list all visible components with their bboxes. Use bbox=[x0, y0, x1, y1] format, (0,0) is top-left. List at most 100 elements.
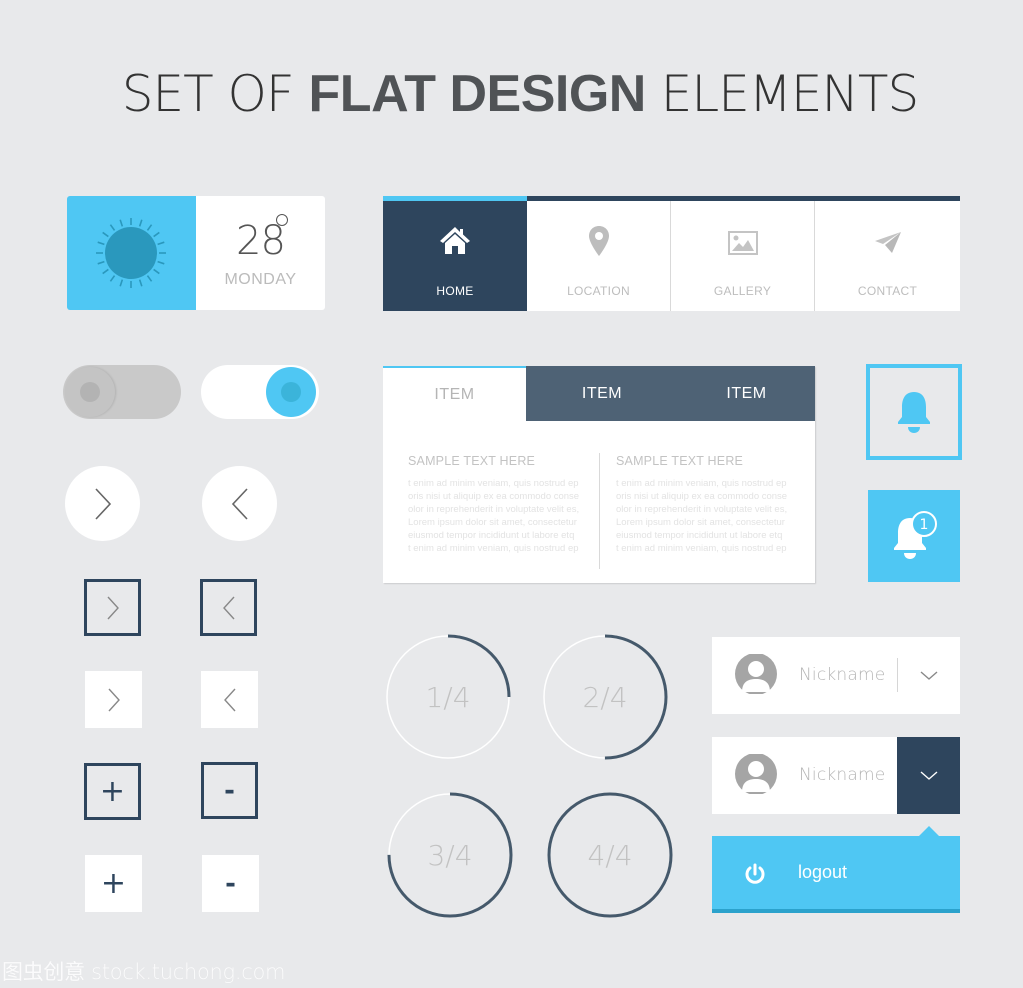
logout-label: logout bbox=[798, 862, 848, 882]
nav-label-location: LOCATION bbox=[567, 284, 630, 298]
page-title: SET OF FLAT DESIGN ELEMENTS bbox=[0, 62, 1023, 124]
sun-ray bbox=[146, 224, 153, 231]
sun-ray bbox=[97, 260, 105, 265]
chevron-left-icon bbox=[231, 487, 248, 520]
weather-temperature: 28 bbox=[236, 218, 286, 264]
progress-label: 4/4 bbox=[587, 838, 633, 872]
chevron-right-icon bbox=[94, 487, 111, 520]
nav-item-home[interactable]: HOME bbox=[383, 196, 527, 311]
round-next-button[interactable] bbox=[65, 466, 140, 541]
menu-caret bbox=[919, 826, 939, 836]
dropdown-toggle[interactable] bbox=[897, 737, 960, 814]
sun-ray bbox=[119, 219, 124, 227]
column-title: SAMPLE TEXT HERE bbox=[408, 454, 536, 468]
sun-ray bbox=[157, 260, 165, 265]
round-prev-button[interactable] bbox=[202, 466, 277, 541]
square-filled-plus-button[interactable]: + bbox=[85, 855, 142, 912]
nav-label-contact: CONTACT bbox=[857, 284, 918, 298]
square-filled-next-button[interactable] bbox=[85, 671, 142, 728]
progress-label: 1/4 bbox=[425, 680, 471, 714]
weather-icon-tile bbox=[67, 196, 196, 310]
title-light-prefix: SET OF bbox=[121, 65, 309, 123]
nav-label-home: HOME bbox=[436, 284, 474, 298]
title-bold: FLAT DESIGN bbox=[308, 65, 647, 123]
avatar-icon bbox=[734, 653, 778, 699]
chevron-down-icon bbox=[920, 670, 937, 680]
square-filled-minus-button[interactable]: - bbox=[202, 855, 259, 912]
nav-label-gallery: GALLERY bbox=[713, 284, 772, 298]
notification-outline-button[interactable] bbox=[866, 364, 962, 460]
avatar-icon bbox=[734, 753, 778, 799]
column-title: SAMPLE TEXT HERE bbox=[616, 454, 744, 468]
user-nickname: Nickname bbox=[799, 765, 886, 785]
power-icon bbox=[744, 863, 766, 890]
sun-ray bbox=[102, 268, 109, 275]
minus-icon: - bbox=[224, 775, 235, 806]
tab-item-1[interactable]: ITEM bbox=[383, 366, 526, 421]
progress-ring-2: 2/4 bbox=[540, 632, 670, 762]
tabs-panel: ITEM ITEM ITEM SAMPLE TEXT HERE t enim a… bbox=[383, 366, 815, 583]
user-nickname: Nickname bbox=[799, 665, 886, 685]
dropdown-toggle[interactable] bbox=[897, 637, 960, 714]
progress-label: 3/4 bbox=[427, 838, 473, 872]
sun-ray bbox=[138, 279, 143, 287]
image-icon bbox=[727, 231, 758, 260]
progress-ring-4: 4/4 bbox=[545, 790, 675, 920]
progress-ring-1: 1/4 bbox=[383, 632, 513, 762]
progress-label: 2/4 bbox=[582, 680, 628, 714]
toggle-knob bbox=[266, 367, 316, 417]
column-body: t enim ad minim veniam, quis nostrud ep … bbox=[408, 478, 580, 554]
weather-day: MONDAY bbox=[224, 271, 297, 288]
bell-icon: 1 bbox=[894, 511, 937, 559]
nav-item-location[interactable]: LOCATION bbox=[527, 201, 671, 311]
bell-icon bbox=[898, 392, 930, 433]
square-outline-plus-button[interactable]: + bbox=[84, 763, 141, 820]
home-icon bbox=[438, 225, 472, 260]
sun-ray bbox=[102, 231, 109, 238]
chevron-right-icon bbox=[107, 688, 120, 711]
tab-bar: ITEM ITEM ITEM bbox=[383, 366, 815, 421]
toggle-switch-on[interactable] bbox=[201, 365, 319, 419]
sun-icon bbox=[96, 218, 166, 288]
nav-item-gallery[interactable]: GALLERY bbox=[671, 201, 815, 311]
tab-item-3[interactable]: ITEM bbox=[678, 366, 815, 421]
column-body: t enim ad minim veniam, quis nostrud ep … bbox=[616, 478, 788, 554]
square-outline-prev-button[interactable] bbox=[200, 579, 257, 636]
sun-ray bbox=[153, 268, 160, 275]
degree-symbol bbox=[276, 214, 288, 226]
sun-ray bbox=[109, 275, 116, 282]
sun-ray bbox=[97, 241, 105, 246]
logout-menu-item[interactable]: logout bbox=[712, 836, 960, 913]
tab-item-2[interactable]: ITEM bbox=[526, 366, 678, 421]
sun-ray bbox=[119, 279, 124, 287]
user-dropdown-dark[interactable]: Nickname bbox=[712, 737, 960, 814]
sun-ray bbox=[146, 275, 153, 282]
progress-ring-3: 3/4 bbox=[385, 790, 515, 920]
toggle-switch-off[interactable] bbox=[63, 365, 181, 419]
plus-icon: + bbox=[99, 773, 126, 809]
sun-ray bbox=[138, 219, 143, 227]
sun-ray bbox=[109, 224, 116, 231]
tab-content-column-1: SAMPLE TEXT HERE t enim ad minim veniam,… bbox=[408, 454, 588, 555]
toggle-knob bbox=[65, 367, 115, 417]
paper-plane-icon bbox=[874, 231, 902, 260]
chevron-down-icon bbox=[920, 770, 937, 780]
tab-content-column-2: SAMPLE TEXT HERE t enim ad minim veniam,… bbox=[616, 454, 796, 555]
chevron-right-icon bbox=[106, 596, 119, 619]
plus-icon: + bbox=[100, 865, 127, 901]
notification-badge-count: 1 bbox=[920, 517, 929, 533]
user-dropdown-light[interactable]: Nickname bbox=[712, 637, 960, 714]
weather-info: 28 MONDAY bbox=[196, 196, 325, 310]
minus-icon: - bbox=[225, 868, 236, 899]
title-light-suffix: ELEMENTS bbox=[645, 65, 919, 123]
sun-ray bbox=[157, 241, 165, 246]
notification-filled-button[interactable]: 1 bbox=[868, 490, 960, 582]
map-pin-icon bbox=[588, 225, 610, 262]
watermark: 图虫创意 stock.tuchong.com bbox=[2, 960, 286, 984]
chevron-left-icon bbox=[223, 688, 236, 711]
nav-item-contact[interactable]: CONTACT bbox=[815, 201, 960, 311]
chevron-left-icon bbox=[222, 596, 235, 619]
square-filled-prev-button[interactable] bbox=[201, 671, 258, 728]
square-outline-minus-button[interactable]: - bbox=[201, 762, 258, 819]
square-outline-next-button[interactable] bbox=[84, 579, 141, 636]
